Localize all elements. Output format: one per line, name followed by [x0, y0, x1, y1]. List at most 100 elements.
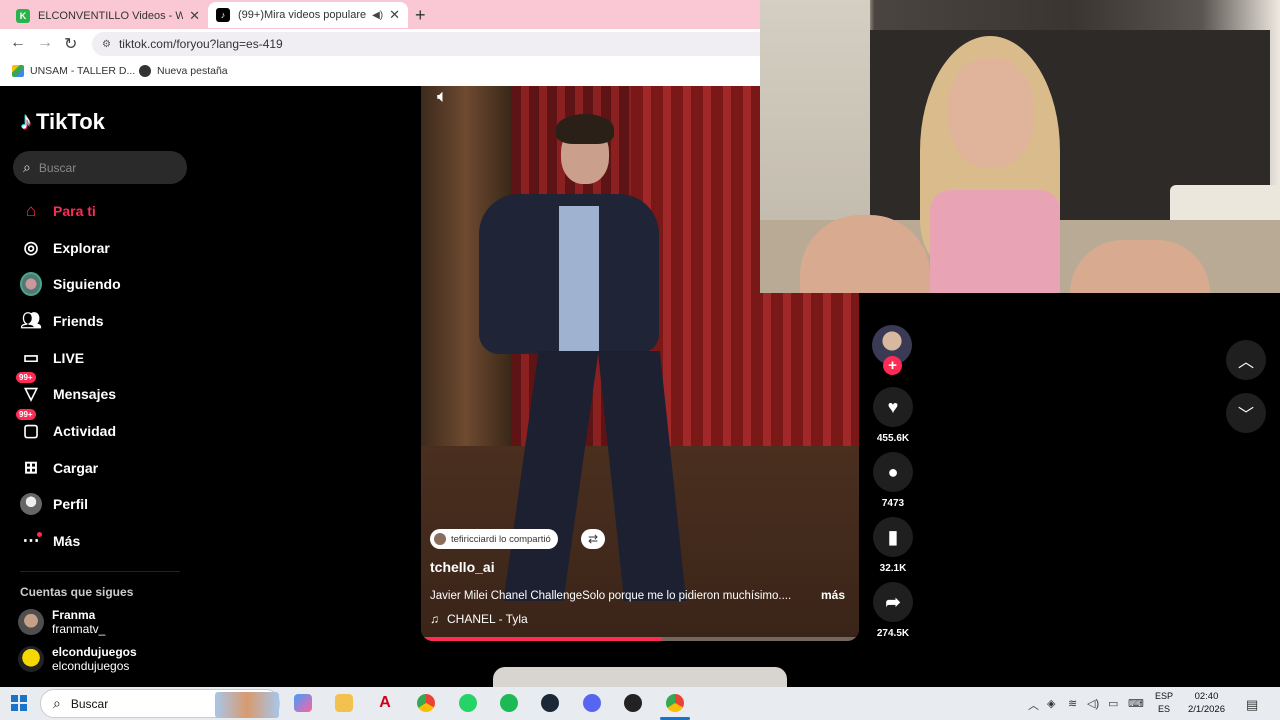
sidebar-item-mensajes[interactable]: ▽ 99+ Mensajes: [16, 372, 117, 405]
divider: [20, 571, 180, 572]
next-video-preview: [493, 667, 787, 687]
tiktok-logo[interactable]: ♪ TikTok: [20, 108, 105, 136]
sidebar-item-cargar[interactable]: ⊞ Cargar: [20, 457, 98, 479]
avatar: [434, 533, 446, 545]
sidebar-item-label: Mensajes: [53, 386, 117, 402]
sidebar-item-para-ti[interactable]: ⌂ Para ti: [20, 200, 96, 222]
wifi-icon[interactable]: ≋: [1068, 697, 1077, 710]
clock[interactable]: 02:40 2/1/2026: [1188, 690, 1225, 716]
app-icon[interactable]: [624, 694, 642, 712]
heart-icon[interactable]: ♥: [873, 387, 913, 427]
site-info-icon[interactable]: ⚙: [102, 39, 111, 50]
steam-icon[interactable]: [541, 694, 559, 712]
friends-icon: 👥︎: [20, 311, 42, 330]
bookmark-unsam[interactable]: UNSAM - TALLER D...: [12, 65, 135, 77]
like-count: 455.6K: [876, 433, 910, 444]
person-hair: [556, 114, 614, 144]
spotify-icon[interactable]: [500, 694, 518, 712]
speaker-icon[interactable]: ◁): [1087, 697, 1099, 710]
new-tab-button[interactable]: +: [415, 5, 426, 26]
notification-badge: 99+: [16, 409, 36, 420]
chevron-up-icon: ︿: [1237, 354, 1254, 371]
like-action[interactable]: ♥ 455.6K: [872, 387, 914, 444]
windows-start-icon[interactable]: [11, 695, 27, 711]
more-button[interactable]: más: [821, 588, 845, 602]
language-indicator[interactable]: ESP ES: [1155, 690, 1173, 716]
close-icon[interactable]: ✕: [189, 8, 200, 24]
save-action[interactable]: ▮ 32.1K: [872, 517, 914, 574]
battery-icon[interactable]: ▭: [1108, 697, 1118, 710]
sidebar-item-label: Perfil: [53, 496, 89, 512]
logo-text: TikTok: [36, 109, 105, 134]
upload-icon: ⊞: [23, 458, 39, 477]
forward-arrow-icon[interactable]: →: [37, 34, 53, 52]
sidebar-item-label: Friends: [53, 313, 104, 329]
follow-button[interactable]: +: [883, 356, 902, 375]
share-action[interactable]: ➦ 274.5K: [872, 582, 914, 639]
sidebar-item-perfil[interactable]: Perfil: [20, 493, 88, 515]
kick-favicon-icon: K: [16, 8, 30, 23]
chevron-up-icon[interactable]: ︿: [1028, 697, 1039, 713]
sidebar-item-label: LIVE: [53, 350, 85, 366]
access-icon[interactable]: A: [376, 694, 394, 712]
address-bar[interactable]: ⚙ tiktok.com/foryou?lang=es-419: [92, 32, 762, 56]
bookmark-new-tab[interactable]: Nueva pestaña: [139, 65, 228, 77]
share-count: 274.5K: [876, 628, 910, 639]
tab-elconventillo[interactable]: K ELCONVENTILLO Videos - Watch ✕: [8, 3, 208, 28]
video-progress-fill: [421, 637, 662, 641]
sidebar-item-mas[interactable]: ⋯ Más: [20, 530, 81, 552]
shield-icon[interactable]: ◈: [1047, 697, 1055, 710]
search-highlight-image: [215, 692, 279, 718]
search-input[interactable]: ⌕ Buscar: [13, 151, 187, 184]
video-author[interactable]: tchello_ai: [430, 559, 495, 575]
sidebar-item-friends[interactable]: 👥︎ Friends: [20, 310, 104, 332]
webcam-overlay: [760, 0, 1280, 293]
whatsapp-icon[interactable]: [459, 694, 477, 712]
video-progress-bar[interactable]: [421, 637, 859, 641]
notifications-icon[interactable]: ▤: [1246, 697, 1258, 713]
navigation-bar: ← → ↻ ⚙ tiktok.com/foryou?lang=es-419: [0, 29, 762, 59]
bookmark-label: Nueva pestaña: [157, 65, 228, 77]
home-icon: ⌂: [25, 201, 37, 220]
volume-icon[interactable]: 🔈︎: [437, 86, 448, 107]
next-video-button[interactable]: ﹀: [1226, 393, 1266, 433]
close-icon[interactable]: ✕: [389, 7, 400, 23]
messages-icon: ▽ 99+: [16, 372, 42, 405]
account-handle: franmatv_: [52, 622, 106, 636]
followed-account[interactable]: elcondujuegos elcondujuegos: [18, 645, 137, 673]
comment-icon[interactable]: ●: [873, 452, 913, 492]
comment-action[interactable]: ● 7473: [872, 452, 914, 509]
previous-video-button[interactable]: ︿: [1226, 340, 1266, 380]
comment-count: 7473: [881, 498, 905, 509]
back-arrow-icon[interactable]: ←: [10, 34, 26, 52]
sidebar-item-explorar[interactable]: ◎ Explorar: [20, 237, 110, 259]
video-music[interactable]: ♫ CHANEL - Tyla: [430, 612, 528, 626]
tab-title: ELCONVENTILLO Videos - Watch: [38, 9, 184, 22]
share-icon[interactable]: ➦: [873, 582, 913, 622]
tab-tiktok[interactable]: ♪ (99+)Mira videos populares ◀) ✕: [208, 2, 408, 28]
file-explorer-icon[interactable]: [335, 694, 353, 712]
clock-time: 02:40: [1194, 691, 1219, 702]
sidebar-item-actividad[interactable]: ▢ 99+ Actividad: [16, 409, 116, 442]
bookmark-icon[interactable]: ▮: [873, 517, 913, 557]
copilot-icon[interactable]: [294, 694, 312, 712]
keyboard-icon[interactable]: ⌨: [1128, 697, 1144, 710]
avatar: [18, 646, 44, 672]
discord-icon[interactable]: [583, 694, 601, 712]
account-name: elcondujuegos: [52, 645, 137, 659]
chrome-active-icon[interactable]: [666, 694, 684, 712]
tiktok-favicon-icon: ♪: [216, 8, 230, 22]
repost-icon[interactable]: ⇄: [581, 529, 605, 549]
reload-icon[interactable]: ↻: [64, 34, 77, 54]
speaker-icon[interactable]: ◀): [372, 10, 383, 21]
sidebar-item-live[interactable]: ▭ LIVE: [20, 347, 84, 369]
sidebar-item-siguiendo[interactable]: Siguiendo: [20, 272, 121, 296]
following-section-title: Cuentas que sigues: [20, 585, 134, 599]
chrome-icon[interactable]: [417, 694, 435, 712]
sidebar: ♪ TikTok ⌕ Buscar ⌂ Para ti ◎ Explorar S…: [0, 86, 190, 686]
url-text: tiktok.com/foryou?lang=es-419: [118, 37, 283, 51]
video-description: Javier Milei Chanel ChallengeSolo porque…: [430, 590, 792, 602]
shared-by-chip[interactable]: tefiricciardi lo compartió: [430, 529, 558, 549]
followed-account[interactable]: Franma franmatv_: [18, 608, 105, 636]
save-count: 32.1K: [879, 563, 907, 574]
